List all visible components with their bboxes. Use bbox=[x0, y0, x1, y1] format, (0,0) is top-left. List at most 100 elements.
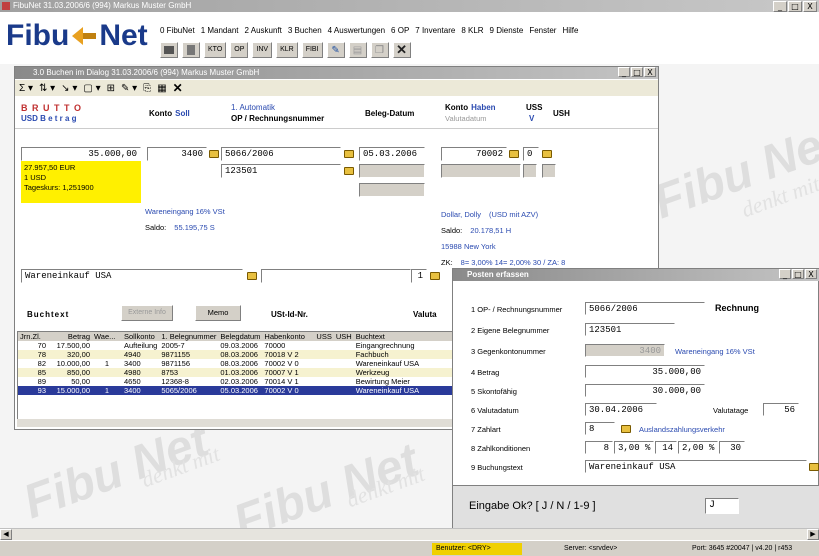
op-nummer-input[interactable]: 5066/2006 bbox=[221, 147, 341, 161]
valuta-date-input[interactable] bbox=[359, 164, 425, 178]
pages-icon[interactable]: ❐ bbox=[370, 42, 389, 58]
document-icon[interactable]: ▤ bbox=[348, 42, 367, 58]
konto-haben-input[interactable]: 70002 bbox=[441, 147, 507, 161]
count-input[interactable]: 1 bbox=[411, 269, 427, 283]
scroll-right-button[interactable]: ▶ bbox=[807, 529, 819, 540]
table-row[interactable]: 82 10.000,00 1 3400 9871156 08.03.2006 70002 V… bbox=[18, 359, 476, 368]
zahlart-folder-icon[interactable] bbox=[621, 425, 631, 433]
menu-dienste[interactable]: 9 Dienste bbox=[490, 26, 524, 35]
table-row[interactable]: 70 17.500,00 Aufteilung 2005-7 09.03.2006 700… bbox=[18, 341, 476, 350]
menu-buchen[interactable]: 3 Buchen bbox=[288, 26, 322, 35]
memo-button[interactable]: Memo bbox=[195, 305, 241, 321]
beleg-nr-folder-icon[interactable] bbox=[344, 167, 354, 175]
table-row[interactable]: 85 850,00 4980 8753 01.03.2006 70007 V 1 Werkz… bbox=[18, 368, 476, 377]
buchungstext-folder-icon[interactable] bbox=[809, 463, 819, 471]
konto-soll-input[interactable]: 3400 bbox=[147, 147, 207, 161]
table-row[interactable]: 78 320,00 4940 9871155 08.03.2006 70018 V 2 Fa… bbox=[18, 350, 476, 359]
kond-tage1-input[interactable]: 8 bbox=[585, 441, 613, 454]
grid-icon[interactable]: ▦ bbox=[157, 83, 166, 94]
buchtext-folder-icon[interactable] bbox=[247, 272, 257, 280]
maximize-button[interactable]: □ bbox=[631, 67, 643, 77]
filter-icon[interactable]: ↘ ▾ bbox=[61, 83, 77, 94]
ush-extra-input[interactable] bbox=[542, 164, 556, 178]
delete-x-icon[interactable]: ✕ bbox=[173, 81, 183, 95]
col-uss[interactable]: USS bbox=[314, 332, 333, 341]
mdi-hscrollbar[interactable]: ◀ ▶ bbox=[0, 528, 819, 540]
close-button[interactable]: X bbox=[805, 269, 817, 279]
col-belegdatum[interactable]: Belegdatum bbox=[218, 332, 262, 341]
posten-skonto-input[interactable]: 30.000,00 bbox=[585, 384, 705, 397]
posten-op-nr-input[interactable]: 5066/2006 bbox=[585, 302, 705, 315]
menu-inventare[interactable]: 7 Inventare bbox=[415, 26, 455, 35]
toolbar-op-button[interactable]: OP bbox=[230, 42, 249, 58]
col-belegnummer[interactable]: 1. Belegnummer bbox=[159, 332, 218, 341]
count-folder-icon[interactable] bbox=[430, 272, 440, 280]
close-button[interactable]: X bbox=[803, 1, 817, 12]
col-waehrung[interactable]: Wae... bbox=[92, 332, 122, 341]
ush-input[interactable] bbox=[523, 164, 537, 178]
posten-gegenkonto-input[interactable]: 3400 bbox=[585, 344, 665, 357]
posten-beleg-input[interactable]: 123501 bbox=[585, 323, 675, 336]
col-sollkonto[interactable]: Sollkonto bbox=[122, 332, 159, 341]
konto-soll-folder-icon[interactable] bbox=[209, 150, 219, 158]
edit-icon[interactable]: ✎ ▾ bbox=[121, 83, 137, 94]
maximize-button[interactable]: □ bbox=[792, 269, 804, 279]
menu-fibunet[interactable]: 0 FibuNet bbox=[160, 26, 195, 35]
extra-date-input[interactable] bbox=[359, 183, 425, 197]
toolbar-kto-button[interactable]: KTO bbox=[204, 42, 227, 58]
preview-icon[interactable]: ▢ ▾ bbox=[83, 83, 100, 94]
posten-betrag-input[interactable]: 35.000,00 bbox=[585, 365, 705, 378]
fibi-icon[interactable]: ⊞ bbox=[107, 83, 115, 94]
toolbar-inv-button[interactable]: INV bbox=[252, 42, 273, 58]
close-x-icon[interactable]: ✕ bbox=[392, 42, 411, 58]
menu-fenster[interactable]: Fenster bbox=[529, 26, 556, 35]
print-icon[interactable] bbox=[160, 42, 178, 58]
table-row[interactable]: 89 50,00 4650 12368-8 02.03.2006 70014 V 1 Bew… bbox=[18, 377, 476, 386]
valuta-haben-input[interactable] bbox=[441, 164, 521, 178]
col-habenkonto[interactable]: Habenkonto bbox=[262, 332, 314, 341]
beleg-nr-input[interactable]: 123501 bbox=[221, 164, 341, 178]
posten-buchungstext-input[interactable]: Wareneinkauf USA bbox=[585, 460, 807, 473]
posten-zahlart-input[interactable]: 8 bbox=[585, 422, 615, 435]
kond-prozent2-input[interactable]: 2,00 % bbox=[678, 441, 718, 454]
table-scrollbar[interactable] bbox=[17, 419, 477, 427]
minimize-button[interactable]: _ bbox=[618, 67, 630, 77]
scroll-left-button[interactable]: ◀ bbox=[0, 529, 12, 540]
konto-haben-folder-icon[interactable] bbox=[509, 150, 519, 158]
tools-icon[interactable]: ✎ bbox=[326, 42, 345, 58]
toolbar-klr-button[interactable]: KLR bbox=[276, 42, 298, 58]
prompt-answer-input[interactable]: J bbox=[705, 498, 739, 514]
col-jrn[interactable]: Jrn.Zl. bbox=[18, 332, 48, 341]
col-betrag[interactable]: Betrag bbox=[48, 332, 92, 341]
kond-tage2-input[interactable]: 14 bbox=[655, 441, 677, 454]
maximize-button[interactable]: □ bbox=[788, 1, 802, 12]
uss-input[interactable]: 0 bbox=[523, 147, 539, 161]
extra-text-input[interactable] bbox=[261, 269, 411, 283]
minimize-button[interactable]: _ bbox=[773, 1, 787, 12]
toolbar-fibi-button[interactable]: FIBI bbox=[301, 42, 323, 58]
menu-auswertungen[interactable]: 4 Auswertungen bbox=[328, 26, 385, 35]
menu-mandant[interactable]: 1 Mandant bbox=[201, 26, 239, 35]
externe-info-button[interactable]: Externe Info bbox=[121, 305, 173, 321]
betrag-input[interactable]: 35.000,00 bbox=[21, 147, 141, 161]
menu-op[interactable]: 6 OP bbox=[391, 26, 409, 35]
op-nummer-folder-icon[interactable] bbox=[344, 150, 354, 158]
uss-folder-icon[interactable] bbox=[542, 150, 552, 158]
calculator-icon[interactable] bbox=[182, 42, 200, 58]
menu-klr[interactable]: 8 KLR bbox=[461, 26, 483, 35]
kond-prozent1-input[interactable]: 3,00 % bbox=[614, 441, 654, 454]
col-ush[interactable]: USH bbox=[334, 332, 354, 341]
menu-hilfe[interactable]: Hilfe bbox=[562, 26, 578, 35]
table-row[interactable]: 93 15.000,00 1 3400 5065/2006 05.03.2006 70002… bbox=[18, 386, 476, 395]
menu-auskunft[interactable]: 2 Auskunft bbox=[245, 26, 282, 35]
beleg-datum-input[interactable]: 05.03.2006 bbox=[359, 147, 425, 161]
posten-valuta-input[interactable]: 30.04.2006 bbox=[585, 403, 657, 416]
sort-icon[interactable]: ⇅ ▾ bbox=[39, 83, 55, 94]
copy-icon[interactable]: ⎘ bbox=[143, 83, 151, 94]
kond-netto-input[interactable]: 30 bbox=[719, 441, 745, 454]
buchtext-input[interactable]: Wareneinkauf USA bbox=[21, 269, 243, 283]
close-button[interactable]: X bbox=[644, 67, 656, 77]
sum-icon[interactable]: Σ ▾ bbox=[19, 83, 33, 94]
posten-valutatage-input[interactable]: 56 bbox=[763, 403, 799, 416]
minimize-button[interactable]: _ bbox=[779, 269, 791, 279]
